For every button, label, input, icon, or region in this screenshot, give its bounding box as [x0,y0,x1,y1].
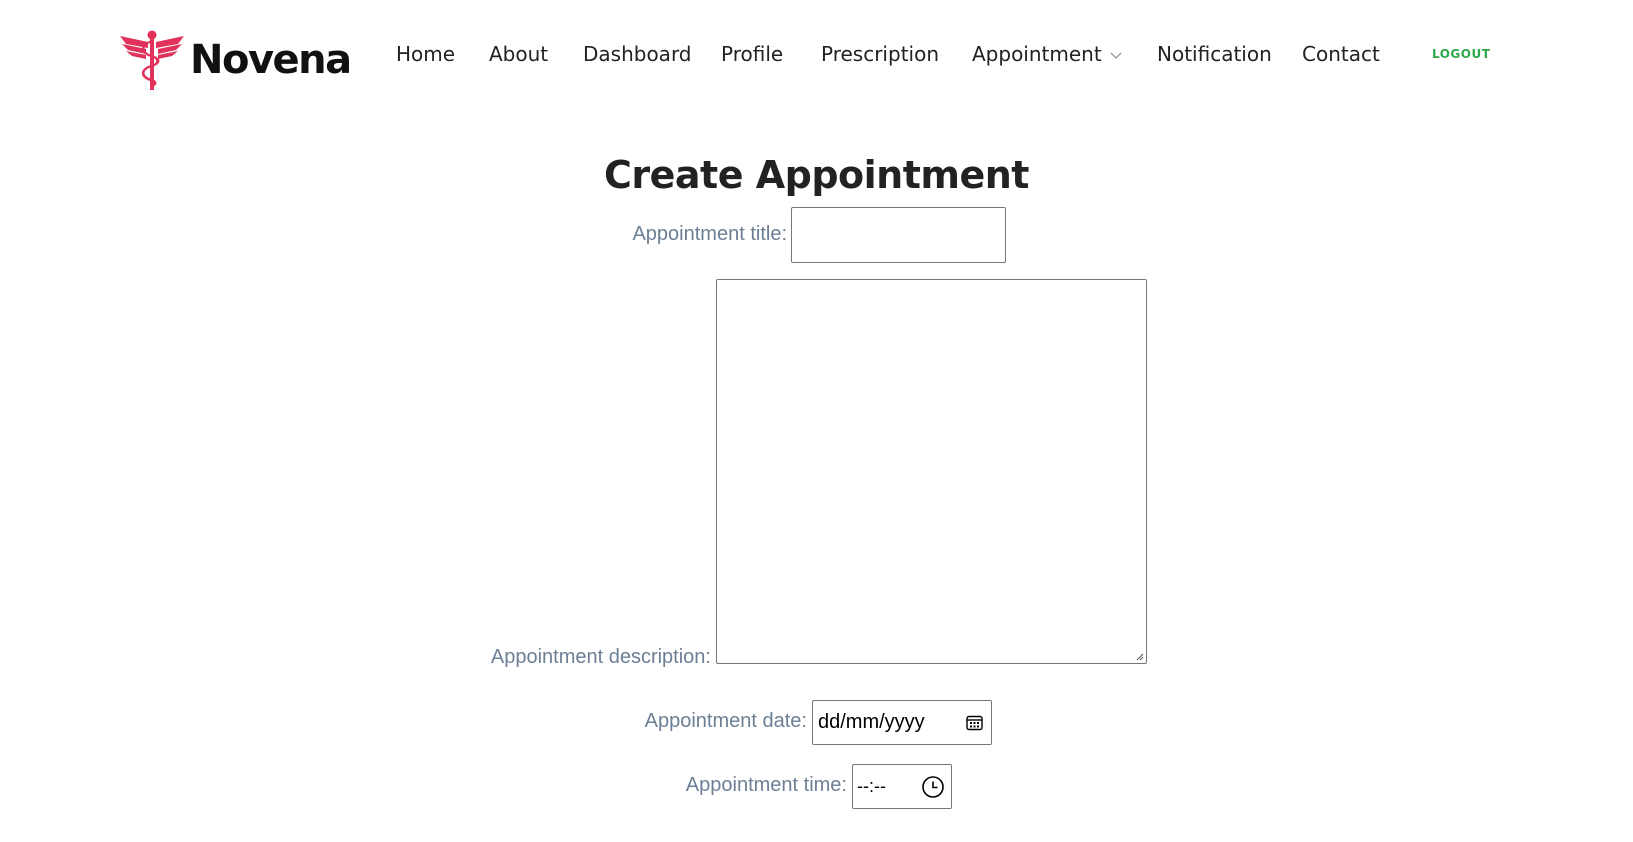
logout-link[interactable]: LOGOUT [1432,44,1490,64]
clock-icon[interactable] [921,775,945,799]
appointment-title-label: Appointment title: [632,223,787,245]
page-title: Create Appointment [604,153,1029,197]
nav-prescription[interactable]: Prescription [821,38,939,70]
appointment-description-textarea[interactable] [716,279,1147,664]
nav-about[interactable]: About [489,38,548,70]
site-header: Novena Home About Dashboard Profile Pres… [0,0,1633,110]
nav-contact[interactable]: Contact [1302,38,1380,70]
nav-profile[interactable]: Profile [721,38,783,70]
time-placeholder: --:-- [857,776,886,796]
main-nav: Home About Dashboard Profile Prescriptio… [0,38,1633,70]
nav-dashboard[interactable]: Dashboard [583,38,692,70]
appointment-time-label: Appointment time: [685,774,847,796]
resize-handle-icon[interactable] [1134,651,1144,661]
nav-notification[interactable]: Notification [1157,38,1272,70]
appointment-description-label: Appointment description: [490,646,711,668]
nav-appointment[interactable]: Appointment [972,38,1122,70]
nav-home[interactable]: Home [396,38,455,70]
nav-appointment-label: Appointment [972,42,1102,66]
date-placeholder: dd/mm/yyyy [818,711,925,733]
calendar-icon[interactable] [966,714,983,731]
appointment-title-input[interactable] [791,207,1006,263]
appointment-date-input[interactable]: dd/mm/yyyy [812,700,992,745]
appointment-date-label: Appointment date: [644,710,807,732]
chevron-down-icon [1110,52,1122,59]
appointment-time-input[interactable]: --:-- [852,764,952,809]
